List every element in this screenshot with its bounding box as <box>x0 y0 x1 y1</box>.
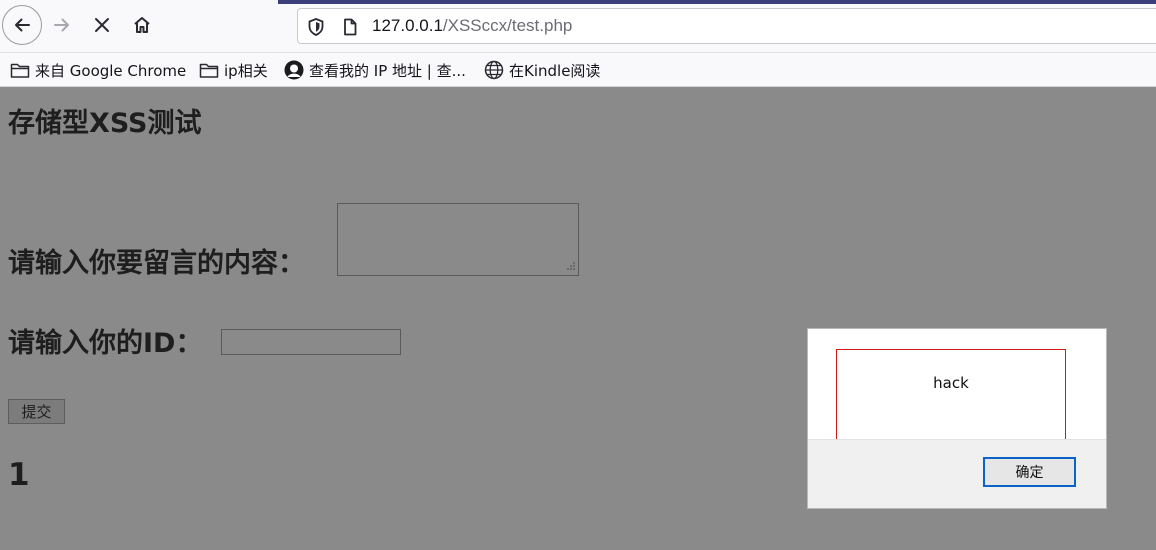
url-host: 127.0.0.1 <box>372 16 443 35</box>
resize-grip-icon[interactable] <box>564 261 576 273</box>
browser-toolbar: 127.0.0.1/XSSccx/test.php <box>0 0 1156 53</box>
submit-button[interactable]: 提交 <box>8 399 65 424</box>
url-path: /XSSccx/test.php <box>442 16 573 35</box>
bookmark-label: ip相关 <box>224 61 268 80</box>
tracking-shield-icon[interactable] <box>306 17 326 37</box>
id-input[interactable] <box>221 329 401 355</box>
id-label: 请输入你的ID： <box>8 328 203 359</box>
message-textarea[interactable] <box>337 203 579 276</box>
bookmarks-bar: 来自 Google Chrome ip相关 查看我的 IP 地址 | 查... … <box>0 53 1156 87</box>
alert-footer: 确定 <box>808 439 1106 508</box>
github-avatar-icon <box>284 60 304 80</box>
ok-button[interactable]: 确定 <box>983 457 1076 487</box>
close-icon <box>95 18 109 32</box>
home-button[interactable] <box>122 5 162 45</box>
tab-strip-accent <box>278 0 1156 4</box>
message-label: 请输入你要留言的内容： <box>8 248 305 279</box>
stop-button[interactable] <box>82 5 122 45</box>
bookmark-folder-ip[interactable]: ip相关 <box>199 58 268 82</box>
stored-result: 1 <box>8 457 30 493</box>
url-text[interactable]: 127.0.0.1/XSSccx/test.php <box>372 16 572 36</box>
alert-message: hack <box>933 374 969 392</box>
bookmark-kindle[interactable]: 在Kindle阅读 <box>484 58 600 82</box>
bookmark-label: 来自 Google Chrome <box>35 61 187 80</box>
page-info-icon[interactable] <box>340 17 360 37</box>
bookmark-my-ip[interactable]: 查看我的 IP 地址 | 查... <box>284 58 466 82</box>
folder-icon <box>199 63 219 78</box>
bookmark-label: 查看我的 IP 地址 | 查... <box>309 61 466 80</box>
bookmark-folder-chrome[interactable]: 来自 Google Chrome <box>10 58 186 82</box>
forward-button[interactable] <box>42 5 82 45</box>
globe-icon <box>484 60 504 80</box>
arrow-right-icon <box>54 18 69 32</box>
folder-icon <box>10 63 30 78</box>
arrow-left-icon <box>15 18 30 32</box>
page-title: 存储型XSS测试 <box>8 108 202 139</box>
alert-message-box: hack <box>836 349 1066 441</box>
bookmark-label: 在Kindle阅读 <box>509 61 601 80</box>
home-icon <box>134 17 150 33</box>
alert-dialog: hack 确定 <box>807 328 1107 509</box>
back-button[interactable] <box>2 5 42 45</box>
url-bar[interactable]: 127.0.0.1/XSSccx/test.php <box>297 8 1156 44</box>
